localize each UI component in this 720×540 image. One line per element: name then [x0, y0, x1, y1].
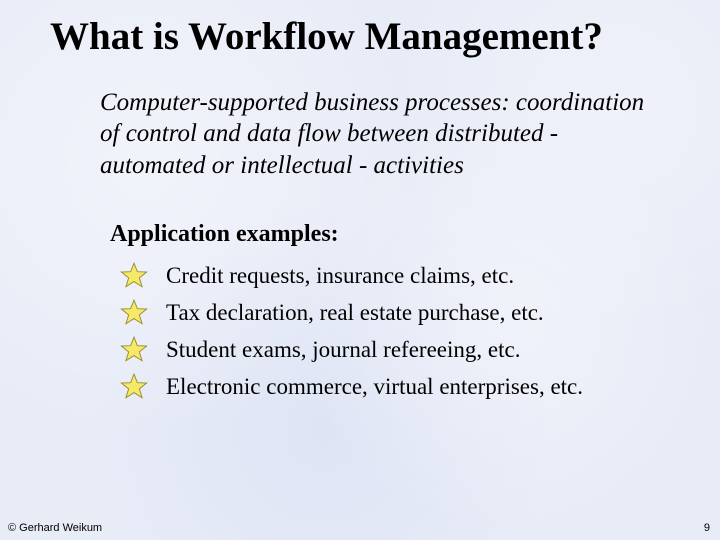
footer-copyright: © Gerhard Weikum [8, 522, 102, 534]
star-icon [120, 373, 148, 401]
star-icon [120, 299, 148, 327]
list-item: Student exams, journal refereeing, etc. [120, 336, 720, 364]
star-icon [120, 336, 148, 364]
examples-heading: Application examples: [110, 221, 720, 248]
example-text: Student exams, journal refereeing, etc. [166, 337, 520, 363]
definition-text: Computer-supported business processes: c… [100, 87, 650, 181]
example-text: Electronic commerce, virtual enterprises… [166, 374, 583, 400]
examples-list: Credit requests, insurance claims, etc. … [120, 262, 720, 401]
list-item: Credit requests, insurance claims, etc. [120, 262, 720, 290]
example-text: Credit requests, insurance claims, etc. [166, 263, 514, 289]
example-text: Tax declaration, real estate purchase, e… [166, 300, 544, 326]
list-item: Tax declaration, real estate purchase, e… [120, 299, 720, 327]
page-number: 9 [704, 522, 710, 534]
list-item: Electronic commerce, virtual enterprises… [120, 373, 720, 401]
star-icon [120, 262, 148, 290]
slide-title: What is Workflow Management? [0, 0, 720, 59]
